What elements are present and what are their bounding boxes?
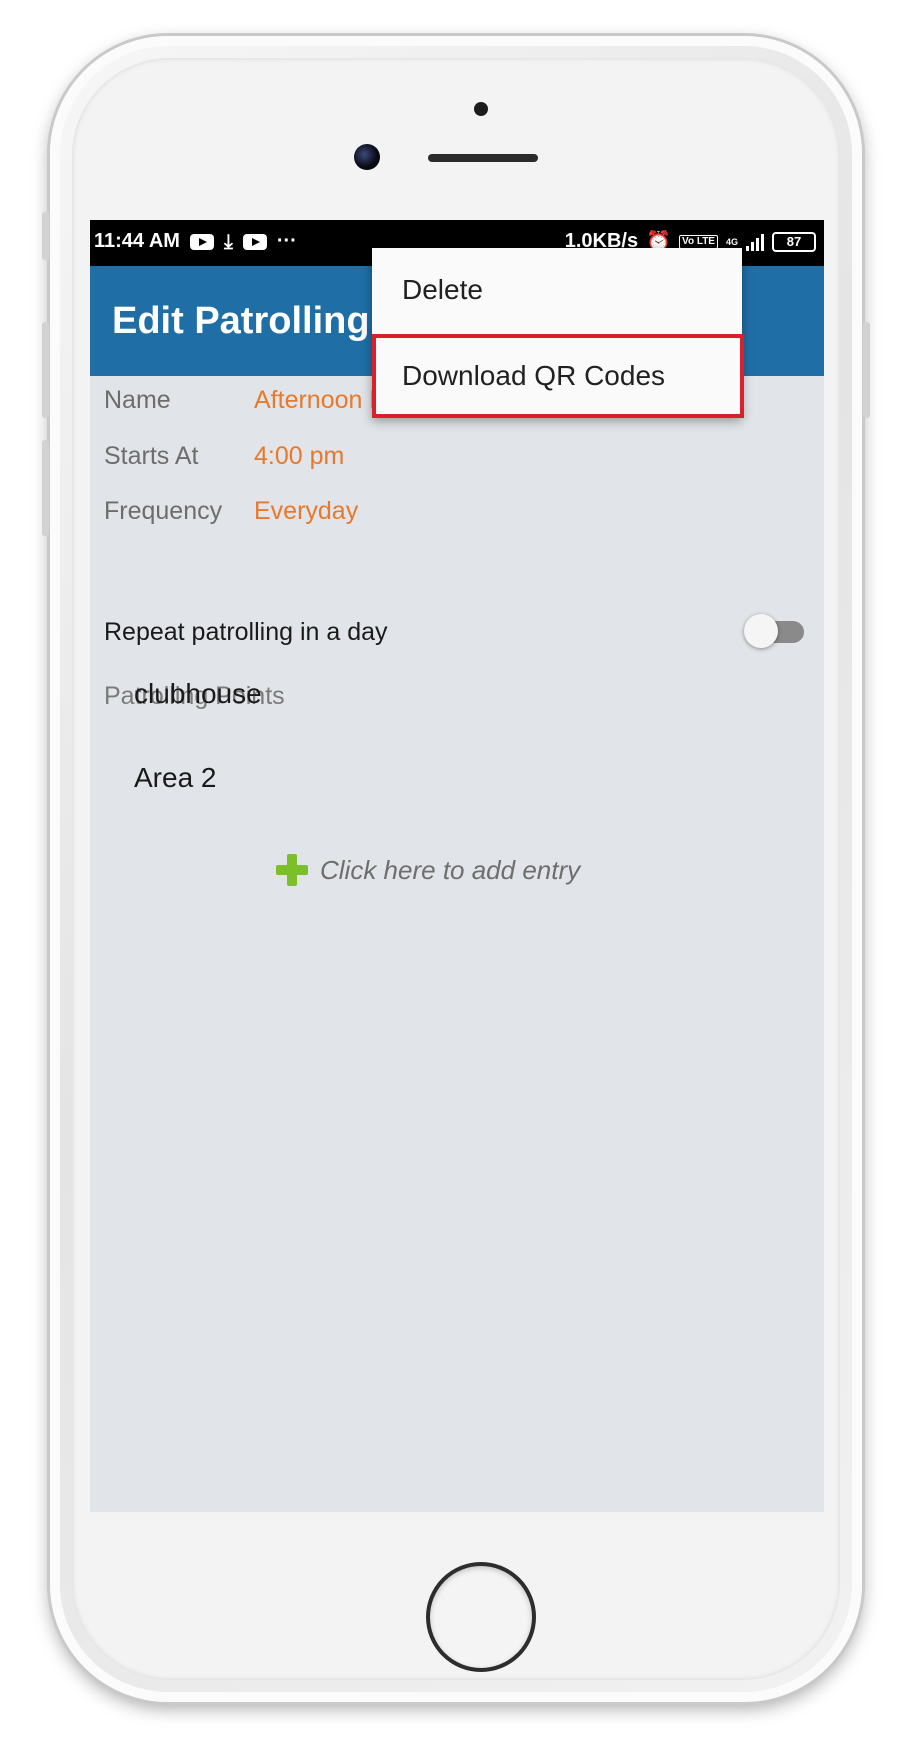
page-title: Edit Patrolling bbox=[112, 300, 370, 342]
volume-up-button bbox=[42, 322, 49, 418]
name-label: Name bbox=[104, 386, 171, 414]
front-camera bbox=[354, 144, 380, 170]
signal-icon bbox=[746, 233, 764, 251]
plus-icon bbox=[276, 854, 308, 886]
patrolling-point-item[interactable]: Area 2 bbox=[134, 762, 217, 794]
earpiece-speaker bbox=[428, 154, 538, 162]
starts-at-value[interactable]: 4:00 pm bbox=[254, 442, 344, 471]
repeat-toggle[interactable] bbox=[744, 614, 806, 648]
add-entry-button[interactable]: Click here to add entry bbox=[276, 854, 580, 886]
menu-item-label: Download QR Codes bbox=[402, 360, 666, 391]
proximity-sensor bbox=[474, 102, 488, 116]
starts-at-label: Starts At bbox=[104, 442, 199, 470]
patrolling-point-item[interactable]: clubhouse bbox=[134, 678, 262, 710]
power-button bbox=[863, 322, 870, 418]
volte-icon: Vo LTE bbox=[679, 234, 718, 249]
add-entry-label: Click here to add entry bbox=[320, 854, 581, 885]
status-time: 11:44 AM bbox=[94, 230, 180, 252]
battery-icon: 87 bbox=[772, 231, 816, 252]
repeat-label: Repeat patrolling in a day bbox=[104, 618, 388, 646]
mute-switch bbox=[42, 212, 49, 260]
menu-item-delete[interactable]: Delete bbox=[372, 248, 742, 332]
overflow-menu: Delete Download QR Codes bbox=[372, 248, 744, 418]
frequency-label: Frequency bbox=[104, 497, 223, 525]
menu-item-download-qr-codes[interactable]: Download QR Codes bbox=[372, 334, 744, 418]
volume-down-button bbox=[42, 440, 49, 536]
status-more: ··· bbox=[276, 230, 297, 252]
frequency-value[interactable]: Everyday bbox=[254, 497, 358, 526]
youtube-icon bbox=[189, 233, 214, 250]
download-icon: ⤓ bbox=[223, 230, 233, 253]
youtube-icon bbox=[242, 233, 267, 250]
network-type: 4G bbox=[725, 236, 738, 247]
home-button[interactable] bbox=[426, 1562, 536, 1672]
menu-item-label: Delete bbox=[402, 274, 483, 305]
toggle-knob bbox=[744, 614, 778, 648]
